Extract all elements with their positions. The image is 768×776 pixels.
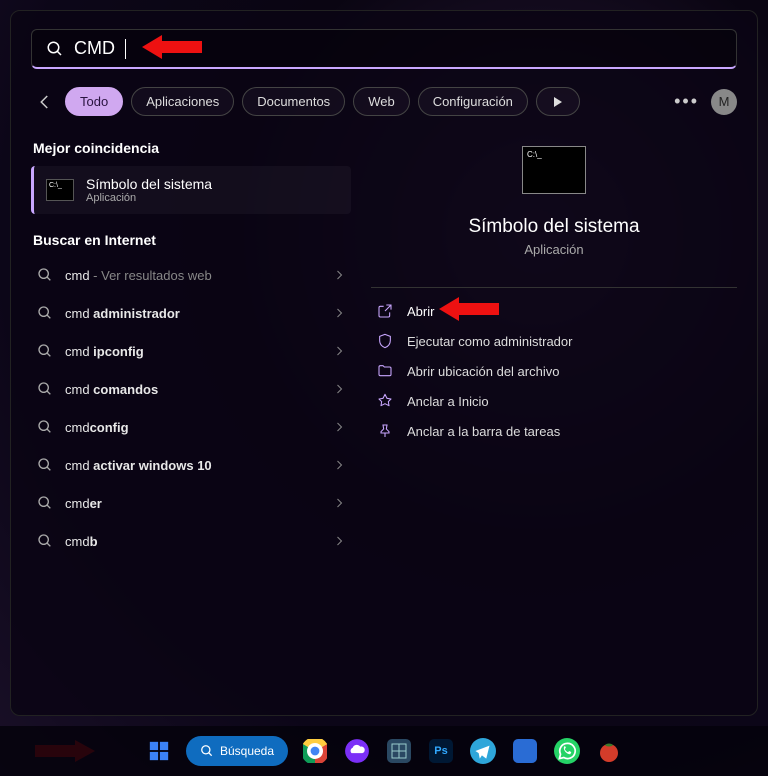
search-icon bbox=[37, 457, 53, 473]
divider bbox=[371, 287, 737, 288]
action-pin-start[interactable]: Anclar a Inicio bbox=[371, 386, 737, 416]
filter-settings[interactable]: Configuración bbox=[418, 87, 528, 116]
search-icon bbox=[37, 343, 53, 359]
taskbar-photoshop[interactable]: Ps bbox=[426, 736, 456, 766]
search-bar[interactable]: CMD bbox=[31, 29, 737, 69]
action-label: Ejecutar como administrador bbox=[407, 334, 572, 349]
web-suggestion[interactable]: cmdconfig bbox=[31, 408, 351, 446]
cmd-app-icon: C:\_ bbox=[46, 179, 74, 201]
chevron-right-icon bbox=[333, 535, 345, 547]
folder-icon bbox=[377, 363, 393, 379]
suggestion-text: cmd activar windows 10 bbox=[65, 458, 321, 473]
filter-web[interactable]: Web bbox=[353, 87, 410, 116]
internet-heading: Buscar en Internet bbox=[33, 232, 351, 248]
taskbar-whatsapp[interactable] bbox=[552, 736, 582, 766]
play-icon bbox=[553, 97, 563, 107]
suggestion-text: cmder bbox=[65, 496, 321, 511]
taskbar-search[interactable]: Búsqueda bbox=[186, 736, 288, 766]
chevron-right-icon bbox=[333, 307, 345, 319]
chrome-icon bbox=[303, 739, 327, 763]
photoshop-icon: Ps bbox=[429, 739, 453, 763]
action-open[interactable]: Abrir bbox=[371, 296, 737, 326]
avatar[interactable]: M bbox=[711, 89, 737, 115]
taskbar: Búsqueda Ps bbox=[0, 726, 768, 776]
best-match-subtitle: Aplicación bbox=[86, 192, 212, 204]
web-suggestion[interactable]: cmd ipconfig bbox=[31, 332, 351, 370]
search-panel: CMD Todo Aplicaciones Documentos Web Con… bbox=[10, 10, 758, 716]
suggestion-text: cmd - Ver resultados web bbox=[65, 268, 321, 283]
chevron-right-icon bbox=[333, 383, 345, 395]
search-icon bbox=[37, 419, 53, 435]
taskbar-calculator[interactable] bbox=[384, 736, 414, 766]
pin-icon bbox=[377, 423, 393, 439]
suggestion-text: cmdb bbox=[65, 534, 321, 549]
taskbar-telegram[interactable] bbox=[468, 736, 498, 766]
filter-apps[interactable]: Aplicaciones bbox=[131, 87, 234, 116]
shield-icon bbox=[377, 333, 393, 349]
filters-row: Todo Aplicaciones Documentos Web Configu… bbox=[31, 87, 737, 116]
web-suggestion[interactable]: cmd - Ver resultados web bbox=[31, 256, 351, 294]
search-icon bbox=[46, 40, 64, 58]
taskbar-app[interactable] bbox=[510, 736, 540, 766]
search-icon bbox=[37, 381, 53, 397]
taskbar-search-label: Búsqueda bbox=[220, 744, 274, 758]
search-icon bbox=[200, 744, 214, 758]
search-icon bbox=[37, 533, 53, 549]
cloud-icon bbox=[344, 738, 370, 764]
web-suggestion[interactable]: cmd comandos bbox=[31, 370, 351, 408]
app-icon bbox=[513, 739, 537, 763]
action-label: Abrir ubicación del archivo bbox=[407, 364, 559, 379]
action-label: Abrir bbox=[407, 304, 434, 319]
chevron-right-icon bbox=[333, 345, 345, 357]
action-open-location[interactable]: Abrir ubicación del archivo bbox=[371, 356, 737, 386]
more-menu-button[interactable]: ••• bbox=[674, 91, 699, 112]
action-pin-taskbar[interactable]: Anclar a la barra de tareas bbox=[371, 416, 737, 446]
action-run-as-admin[interactable]: Ejecutar como administrador bbox=[371, 326, 737, 356]
chevron-right-icon bbox=[333, 269, 345, 281]
search-icon bbox=[37, 305, 53, 321]
suggestion-text: cmd administrador bbox=[65, 306, 321, 321]
back-button[interactable] bbox=[31, 88, 59, 116]
web-suggestion[interactable]: cmd administrador bbox=[31, 294, 351, 332]
chevron-right-icon bbox=[333, 421, 345, 433]
taskbar-pomodoro[interactable] bbox=[594, 736, 624, 766]
search-icon bbox=[37, 267, 53, 283]
chevron-right-icon bbox=[333, 497, 345, 509]
calculator-icon bbox=[387, 739, 411, 763]
search-icon bbox=[37, 495, 53, 511]
annotation-arrow-icon bbox=[439, 294, 499, 324]
open-external-icon bbox=[377, 303, 393, 319]
best-match-heading: Mejor coincidencia bbox=[33, 140, 351, 156]
web-suggestion[interactable]: cmd activar windows 10 bbox=[31, 446, 351, 484]
pin-icon bbox=[377, 393, 393, 409]
cmd-app-icon-large: C:\_ bbox=[522, 146, 586, 194]
text-cursor-icon bbox=[125, 39, 126, 59]
best-match-item[interactable]: C:\_ Símbolo del sistema Aplicación bbox=[31, 166, 351, 214]
action-label: Anclar a Inicio bbox=[407, 394, 489, 409]
filter-docs[interactable]: Documentos bbox=[242, 87, 345, 116]
tomato-icon bbox=[597, 739, 621, 763]
taskbar-chrome[interactable] bbox=[300, 736, 330, 766]
suggestion-text: cmdconfig bbox=[65, 420, 321, 435]
search-input[interactable]: CMD bbox=[74, 38, 115, 59]
start-button[interactable] bbox=[144, 736, 174, 766]
detail-subtitle: Aplicación bbox=[524, 242, 583, 257]
suggestion-text: cmd comandos bbox=[65, 382, 321, 397]
detail-title: Símbolo del sistema bbox=[468, 216, 639, 238]
action-label: Anclar a la barra de tareas bbox=[407, 424, 560, 439]
chevron-right-icon bbox=[333, 459, 345, 471]
best-match-title: Símbolo del sistema bbox=[86, 176, 212, 192]
windows-logo-icon bbox=[148, 740, 170, 762]
web-suggestion[interactable]: cmder bbox=[31, 484, 351, 522]
filter-all[interactable]: Todo bbox=[65, 87, 123, 116]
telegram-icon bbox=[470, 738, 496, 764]
taskbar-onedrive[interactable] bbox=[342, 736, 372, 766]
filter-more[interactable] bbox=[536, 87, 580, 116]
web-suggestion[interactable]: cmdb bbox=[31, 522, 351, 560]
annotation-arrow-icon bbox=[142, 32, 202, 62]
whatsapp-icon bbox=[554, 738, 580, 764]
suggestion-text: cmd ipconfig bbox=[65, 344, 321, 359]
